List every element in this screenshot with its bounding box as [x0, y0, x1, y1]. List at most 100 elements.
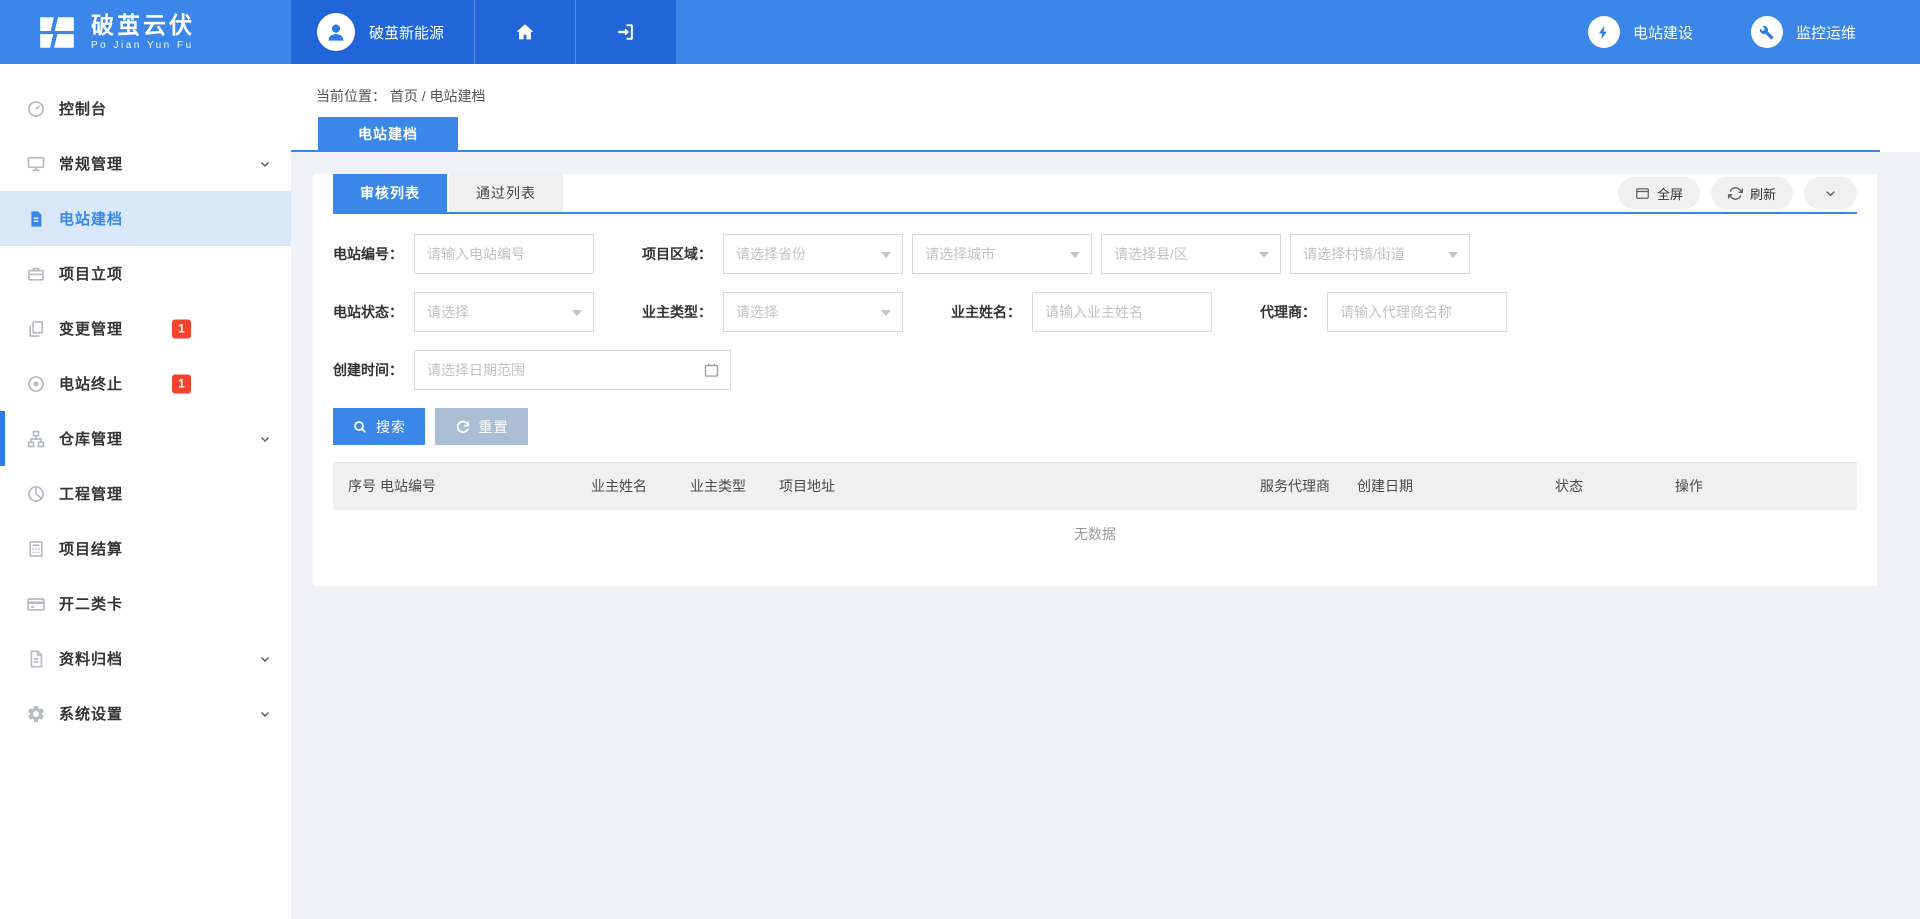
fullscreen-button[interactable]: 全屏 [1618, 177, 1700, 209]
panel-tabbar: 审核列表 通过列表 全屏 刷新 [333, 174, 1857, 214]
table-header-row: 序号 电站编号 业主姓名 业主类型 项目地址 服务代理商 创建日期 状态 操作 [333, 463, 1857, 510]
sidebar-item-station-terminate[interactable]: 电站终止 1 [0, 356, 291, 411]
user-menu[interactable]: 破茧新能源 [291, 0, 474, 64]
col-owner-type: 业主类型 [690, 463, 779, 510]
station-status-select[interactable]: 请选择 [414, 292, 594, 332]
lightning-icon-wrap [1588, 16, 1620, 48]
sidebar-item-data-archive[interactable]: 资料归档 [0, 631, 291, 686]
search-icon [352, 419, 368, 435]
filter-region: 项目区域： 请选择省份 请选择城市 请选择县/区 请选择村镇/街道 [642, 234, 1470, 274]
col-created-date: 创建日期 [1357, 463, 1555, 510]
filter-owner-name: 业主姓名： [951, 292, 1212, 332]
agent-input[interactable] [1327, 292, 1507, 332]
owner-name-input[interactable] [1032, 292, 1212, 332]
briefcase-icon [26, 264, 46, 284]
tab-passed-list[interactable]: 通过列表 [449, 174, 563, 212]
sidebar-item-station-archive[interactable]: 电站建档 [0, 191, 291, 246]
pie-chart-icon [26, 484, 46, 504]
content-area: 审核列表 通过列表 全屏 刷新 [291, 152, 1920, 586]
date-range-picker[interactable] [414, 350, 731, 390]
owner-type-select[interactable]: 请选择 [723, 292, 903, 332]
sidebar-item-change-mgmt[interactable]: 变更管理 1 [0, 301, 291, 356]
page-tab-station-archive[interactable]: 电站建档 [318, 117, 458, 150]
region-label: 项目区域： [642, 244, 712, 264]
login-icon [615, 21, 637, 43]
reset-button[interactable]: 重置 [435, 408, 528, 445]
fullscreen-icon [1635, 186, 1650, 201]
sidebar-item-system-settings[interactable]: 系统设置 [0, 686, 291, 741]
col-owner-name: 业主姓名 [591, 463, 690, 510]
tab-review-list[interactable]: 审核列表 [333, 174, 447, 212]
chevron-down-icon [258, 652, 272, 666]
brand-text: 破茧云伏 Po Jian Yun Fu [91, 14, 195, 51]
station-no-label: 电站编号： [333, 244, 403, 264]
col-status: 状态 [1555, 463, 1675, 510]
sidebar-item-project-settlement[interactable]: 项目结算 [0, 521, 291, 576]
col-service-agent: 服务代理商 [1260, 463, 1357, 510]
sidebar-item-warehouse-mgmt[interactable]: 仓库管理 [0, 411, 291, 466]
refresh-label: 刷新 [1750, 184, 1776, 203]
nav-station-build[interactable]: 电站建设 [1588, 16, 1693, 48]
avatar [317, 13, 355, 51]
gear-icon [26, 704, 46, 724]
panel-toolbar: 全屏 刷新 [1618, 177, 1857, 209]
col-project-address: 项目地址 [779, 463, 1260, 510]
collapse-button[interactable] [1804, 177, 1857, 209]
user-name: 破茧新能源 [369, 22, 444, 43]
sidebar-item-engineering-mgmt[interactable]: 工程管理 [0, 466, 291, 521]
change-mgmt-badge: 1 [172, 319, 191, 338]
col-station-no: 电站编号 [380, 463, 591, 510]
col-seq: 序号 [333, 463, 380, 510]
home-icon [514, 21, 536, 43]
brand-title: 破茧云伏 [91, 14, 195, 37]
station-no-input[interactable] [414, 234, 594, 274]
breadcrumb-label: 当前位置： [316, 88, 386, 104]
date-range-input[interactable] [414, 350, 731, 390]
monitor-icon [26, 154, 46, 174]
login-button[interactable] [575, 0, 676, 64]
town-select[interactable]: 请选择村镇/街道 [1290, 234, 1470, 274]
credit-card-icon [26, 594, 46, 614]
sidebar-item-project-initiation[interactable]: 项目立项 [0, 246, 291, 301]
search-button[interactable]: 搜索 [333, 408, 425, 445]
sidebar-item-general-mgmt[interactable]: 常规管理 [0, 136, 291, 191]
province-select[interactable]: 请选择省份 [723, 234, 903, 274]
main-area: 当前位置： 首页 / 电站建档 电站建档 审核列表 通过列表 全屏 [291, 64, 1920, 919]
filter-actions: 搜索 重置 [333, 408, 1857, 445]
dashboard-icon [26, 99, 46, 119]
rotate-ccw-icon [455, 419, 471, 435]
refresh-button[interactable]: 刷新 [1711, 177, 1793, 209]
created-time-label: 创建时间： [333, 360, 403, 380]
sidebar: 控制台 常规管理 电站建档 项目立项 [0, 64, 291, 919]
refresh-icon [1728, 186, 1743, 201]
filter-row-1: 电站编号： 项目区域： 请选择省份 请选择城市 请选择县/区 请选择村镇/街道 [333, 234, 1857, 274]
document-icon [26, 209, 46, 229]
record-icon [26, 374, 46, 394]
wrench-icon-wrap [1751, 16, 1783, 48]
county-select[interactable]: 请选择县/区 [1101, 234, 1281, 274]
nav-monitor-ops[interactable]: 监控运维 [1751, 16, 1856, 48]
filter-owner-type: 业主类型： 请选择 [642, 292, 903, 332]
owner-name-label: 业主姓名： [951, 302, 1021, 322]
breadcrumb-path[interactable]: 首页 / 电站建档 [390, 88, 486, 104]
brand-subtitle: Po Jian Yun Fu [91, 41, 195, 51]
city-select[interactable]: 请选择城市 [912, 234, 1092, 274]
filter-row-3: 创建时间： [333, 350, 1857, 390]
sidebar-item-console[interactable]: 控制台 [0, 81, 291, 136]
wrench-icon [1758, 24, 1775, 41]
chevron-down-icon [258, 432, 272, 446]
empty-state: 无数据 [333, 510, 1857, 558]
filter-created-time: 创建时间： [333, 350, 731, 390]
calculator-icon [26, 539, 46, 559]
filter-station-status: 电站状态： 请选择 [333, 292, 594, 332]
copy-icon [26, 319, 46, 339]
home-button[interactable] [474, 0, 575, 64]
station-status-label: 电站状态： [333, 302, 403, 322]
chevron-down-icon [258, 157, 272, 171]
sidebar-item-open-card[interactable]: 开二类卡 [0, 576, 291, 631]
col-actions: 操作 [1675, 463, 1857, 510]
search-label: 搜索 [376, 417, 406, 437]
sitemap-icon [26, 429, 46, 449]
lightning-icon [1595, 24, 1612, 41]
reset-label: 重置 [479, 417, 509, 437]
